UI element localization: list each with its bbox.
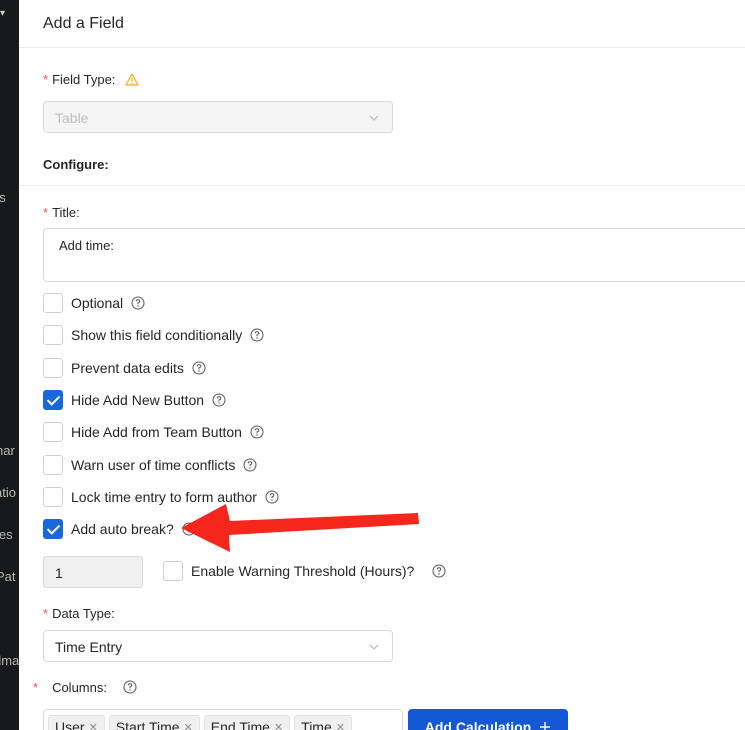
option-hide-add-new-button[interactable]: Hide Add New Button xyxy=(43,390,226,410)
column-tag: User ✕ xyxy=(48,715,105,730)
column-tag: Start Time ✕ xyxy=(108,715,200,730)
warning-threshold-checkbox[interactable] xyxy=(163,561,183,581)
help-icon[interactable] xyxy=(250,328,264,342)
plus-icon xyxy=(540,722,551,730)
columns-multiselect[interactable]: User ✕ Start Time ✕ End Time ✕ Time ✕ xyxy=(43,709,403,730)
hide-add-from-team-checkbox[interactable] xyxy=(43,422,63,442)
help-icon[interactable] xyxy=(212,393,226,407)
title-label: * Title: xyxy=(43,205,80,220)
lock-time-entry-checkbox[interactable] xyxy=(43,487,63,507)
option-warn-time-conflicts[interactable]: Warn user of time conflicts xyxy=(43,455,257,475)
background-fragment: les xyxy=(0,527,13,542)
background-fragment: s xyxy=(0,359,1,374)
chevron-down-icon xyxy=(369,644,379,650)
data-type-select[interactable]: Time Entry xyxy=(43,630,393,662)
required-marker: * xyxy=(43,205,49,220)
close-icon[interactable]: ✕ xyxy=(184,721,193,730)
chevron-down-icon: ▾ xyxy=(0,8,6,19)
required-marker: * xyxy=(43,606,49,621)
background-fragment: Pat xyxy=(0,569,16,584)
required-marker: * xyxy=(33,680,39,695)
help-icon[interactable] xyxy=(182,522,196,536)
option-optional[interactable]: Optional xyxy=(43,293,145,313)
chevron-down-icon xyxy=(369,115,379,121)
help-icon[interactable] xyxy=(123,680,137,694)
background-fragment: atio xyxy=(0,485,16,500)
close-icon[interactable]: ✕ xyxy=(274,721,283,730)
help-icon[interactable] xyxy=(250,425,264,439)
option-lock-time-entry[interactable]: Lock time entry to form author xyxy=(43,487,279,507)
help-icon[interactable] xyxy=(192,361,206,375)
title-textarea[interactable]: Add time: xyxy=(43,228,745,282)
background-fragment: nar xyxy=(0,443,15,458)
background-fragment: dma xyxy=(0,653,19,668)
field-type-label: * Field Type: xyxy=(43,72,139,87)
required-marker: * xyxy=(43,72,49,87)
help-icon[interactable] xyxy=(265,490,279,504)
data-type-label: * Data Type: xyxy=(43,606,115,621)
column-tag: Time ✕ xyxy=(294,715,352,730)
background-app-sidebar: ▾ ds s nar atio les Pat dma xyxy=(0,0,19,730)
option-show-conditionally[interactable]: Show this field conditionally xyxy=(43,325,264,345)
warning-triangle-icon xyxy=(125,73,139,86)
optional-checkbox[interactable] xyxy=(43,293,63,313)
add-auto-break-checkbox[interactable] xyxy=(43,519,63,539)
hide-add-new-button-checkbox[interactable] xyxy=(43,390,63,410)
columns-label: * Columns: xyxy=(33,680,137,695)
option-warning-threshold[interactable]: Enable Warning Threshold (Hours)? xyxy=(163,561,446,581)
drawer-header: Add a Field xyxy=(19,0,745,48)
drawer-title: Add a Field xyxy=(43,14,124,32)
option-hide-add-from-team[interactable]: Hide Add from Team Button xyxy=(43,422,264,442)
show-conditionally-checkbox[interactable] xyxy=(43,325,63,345)
help-icon[interactable] xyxy=(243,458,257,472)
section-divider xyxy=(19,185,745,186)
column-tag: End Time ✕ xyxy=(203,715,291,730)
auto-break-hours-input[interactable]: 1 xyxy=(43,556,143,588)
close-icon[interactable]: ✕ xyxy=(89,721,98,730)
option-prevent-data-edits[interactable]: Prevent data edits xyxy=(43,358,206,378)
add-field-drawer: Add a Field * Field Type: Table Configure… xyxy=(19,0,745,730)
warn-time-conflicts-checkbox[interactable] xyxy=(43,455,63,475)
configure-heading: Configure: xyxy=(43,157,109,172)
field-type-select[interactable]: Table xyxy=(43,101,393,133)
help-icon[interactable] xyxy=(131,296,145,310)
background-fragment: ds xyxy=(0,190,6,205)
option-add-auto-break[interactable]: Add auto break? xyxy=(43,519,196,539)
close-icon[interactable]: ✕ xyxy=(336,721,345,730)
add-calculation-button[interactable]: Add Calculation xyxy=(408,709,568,730)
prevent-data-edits-checkbox[interactable] xyxy=(43,358,63,378)
help-icon[interactable] xyxy=(432,564,446,578)
